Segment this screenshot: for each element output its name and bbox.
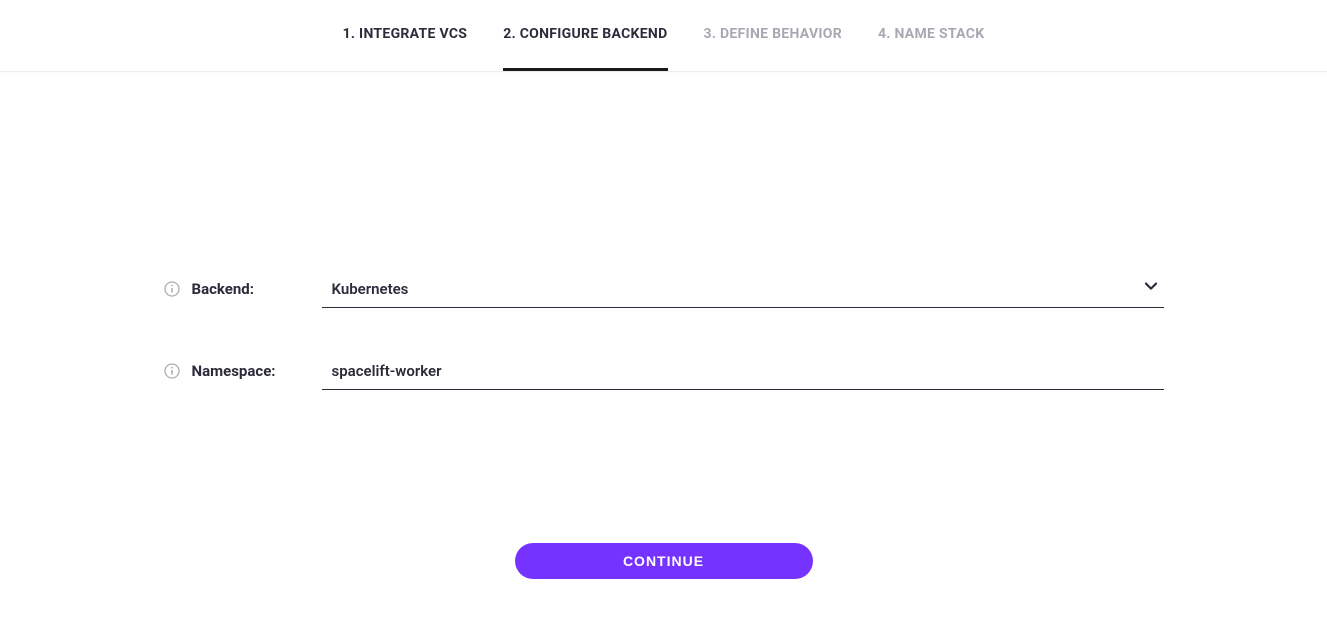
backend-label: Backend: [192,280,254,298]
continue-label: CONTINUE [623,553,704,569]
tab-label: 2. CONFIGURE BACKEND [503,26,667,42]
form-content: Backend: Kubernetes Namespa [164,72,1164,390]
tab-label: 4. NAME STACK [878,26,984,42]
backend-row: Backend: Kubernetes [164,270,1164,308]
tab-label: 1. INTEGRATE VCS [343,26,468,42]
continue-button[interactable]: CONTINUE [515,543,813,579]
backend-select[interactable]: Kubernetes [322,270,1164,308]
tab-configure-backend[interactable]: 2. CONFIGURE BACKEND [503,0,667,71]
tab-label: 3. DEFINE BEHAVIOR [704,26,843,42]
info-icon[interactable] [164,363,180,379]
info-icon[interactable] [164,281,180,297]
tab-name-stack: 4. NAME STACK [878,0,984,71]
namespace-label: Namespace: [192,362,276,380]
namespace-row: Namespace: [164,352,1164,390]
tab-define-behavior: 3. DEFINE BEHAVIOR [704,0,843,71]
namespace-input[interactable] [322,352,1164,390]
footer-actions: CONTINUE [0,543,1327,579]
wizard-steps: 1. INTEGRATE VCS 2. CONFIGURE BACKEND 3.… [0,0,1327,72]
tab-integrate-vcs[interactable]: 1. INTEGRATE VCS [343,0,468,71]
